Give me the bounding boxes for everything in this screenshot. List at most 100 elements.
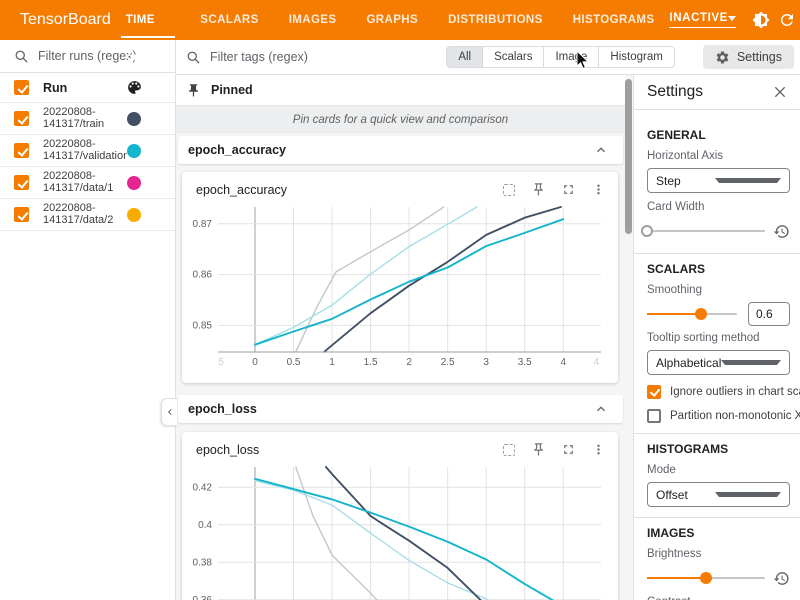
vertical-scrollbar[interactable] <box>625 79 632 234</box>
histogram-mode-select[interactable]: Offset <box>647 482 790 507</box>
chevron-down-icon <box>721 360 781 365</box>
tab-scalars[interactable]: SCALARS <box>185 0 273 40</box>
chip-histogram[interactable]: Histogram <box>599 47 673 67</box>
section-epoch-accuracy[interactable]: epoch_accuracy <box>178 136 623 164</box>
svg-text:2.5: 2.5 <box>441 357 455 368</box>
run-checkbox[interactable] <box>14 143 29 158</box>
settings-panel-title: Settings <box>647 83 772 101</box>
svg-text:0.38: 0.38 <box>193 557 213 568</box>
chip-all[interactable]: All <box>447 47 483 67</box>
smoothing-slider[interactable] <box>647 313 737 315</box>
run-row-data2[interactable]: 20220808-141317/data/2 <box>0 199 175 231</box>
horizontal-axis-label: Horizontal Axis <box>647 150 790 162</box>
histograms-heading: HISTOGRAMS <box>647 442 790 456</box>
chevron-up-icon[interactable] <box>593 142 609 158</box>
chip-scalars[interactable]: Scalars <box>483 47 544 67</box>
reload-status-select[interactable]: INACTIVE <box>669 12 735 28</box>
images-heading: IMAGES <box>647 526 790 540</box>
run-color-dot <box>127 112 141 126</box>
svg-text:0.85: 0.85 <box>193 320 213 331</box>
sidebar-collapse-handle[interactable] <box>161 398 177 426</box>
search-icon <box>186 50 201 65</box>
run-color-dot <box>127 208 141 222</box>
section-epoch-loss[interactable]: epoch_loss <box>178 395 623 423</box>
kebab-menu-icon[interactable] <box>591 442 606 457</box>
slider-thumb[interactable] <box>641 225 653 237</box>
pinned-hint: Pin cards for a quick view and compariso… <box>176 106 625 133</box>
svg-text:0.5: 0.5 <box>287 357 301 368</box>
tooltip-sort-label: Tooltip sorting method <box>647 332 790 344</box>
palette-icon[interactable] <box>126 79 143 96</box>
svg-text:0: 0 <box>252 357 258 368</box>
runs-column-label: Run <box>43 81 126 95</box>
contrast-label: Contrast <box>647 596 790 600</box>
settings-panel: Settings GENERAL Horizontal Axis Step Ca… <box>633 75 800 600</box>
card-width-label: Card Width <box>647 201 790 213</box>
reset-icon[interactable] <box>773 570 790 587</box>
svg-text:1: 1 <box>329 357 335 368</box>
pin-card-icon[interactable] <box>531 442 546 457</box>
svg-text:4: 4 <box>594 357 600 368</box>
svg-text:0.86: 0.86 <box>193 270 213 281</box>
brightness-label: Brightness <box>647 548 790 560</box>
settings-button[interactable]: Settings <box>703 45 794 69</box>
tab-images[interactable]: IMAGES <box>274 0 352 40</box>
fit-domain-icon[interactable] <box>501 442 516 457</box>
reset-icon[interactable] <box>773 223 790 240</box>
scalars-heading: SCALARS <box>647 262 790 276</box>
app-logo: TensorBoard <box>20 11 111 29</box>
tags-filter-input[interactable] <box>210 50 410 64</box>
run-row-data1[interactable]: 20220808-141317/data/1 <box>0 167 175 199</box>
brightness-toggle-icon[interactable] <box>752 11 770 29</box>
run-row-validation[interactable]: 20220808-141317/validation <box>0 135 175 167</box>
pinned-section-header: Pinned <box>176 75 625 106</box>
plugin-filter-chips: All Scalars Image Histogram <box>446 46 675 68</box>
ignore-outliers-checkbox[interactable] <box>647 385 661 399</box>
cards-scroll-area: Pinned Pin cards for a quick view and co… <box>176 75 633 600</box>
tab-histograms[interactable]: HISTOGRAMS <box>558 0 670 40</box>
fit-domain-icon[interactable] <box>501 182 516 197</box>
brightness-slider[interactable] <box>647 577 765 579</box>
select-all-runs-checkbox[interactable] <box>14 80 29 95</box>
app-header: TensorBoard TIME SERIES SCALARS IMAGES G… <box>0 0 800 40</box>
pin-icon <box>186 83 201 98</box>
tab-graphs[interactable]: GRAPHS <box>351 0 433 40</box>
run-row-train[interactable]: 20220808-141317/train <box>0 103 175 135</box>
partition-x-axis-row[interactable]: Partition non-monotonic X axis ? <box>647 409 790 423</box>
tooltip-sort-select[interactable]: Alphabetical <box>647 350 790 375</box>
tab-distributions[interactable]: DISTRIBUTIONS <box>433 0 558 40</box>
epoch-loss-chart[interactable]: 0.36 0.38 0.4 0.42 <box>182 465 618 600</box>
fullscreen-icon[interactable] <box>561 182 576 197</box>
chevron-down-icon <box>728 16 736 21</box>
ignore-outliers-row[interactable]: Ignore outliers in chart scaling <box>647 385 790 399</box>
partition-x-axis-checkbox[interactable] <box>647 409 661 423</box>
tags-filter <box>186 50 446 65</box>
svg-text:0.36: 0.36 <box>193 595 213 600</box>
card-epoch-accuracy: epoch_accuracy 0.850.860.8700.511.522.53… <box>182 172 618 383</box>
tab-time-series[interactable]: TIME SERIES <box>111 0 186 40</box>
chip-image[interactable]: Image <box>544 47 599 67</box>
svg-text:3.5: 3.5 <box>518 357 532 368</box>
gear-icon <box>715 50 730 65</box>
svg-text:0.42: 0.42 <box>193 482 213 493</box>
card-width-slider[interactable] <box>647 230 765 232</box>
svg-text:0.87: 0.87 <box>193 219 213 230</box>
tensorboard-app: TensorBoard TIME SERIES SCALARS IMAGES G… <box>0 0 800 600</box>
svg-text:3: 3 <box>483 357 489 368</box>
epoch-accuracy-chart[interactable]: 0.850.860.8700.511.522.533.5454 <box>182 205 618 377</box>
run-checkbox[interactable] <box>14 207 29 222</box>
kebab-menu-icon[interactable] <box>591 182 606 197</box>
run-checkbox[interactable] <box>14 111 29 126</box>
close-icon[interactable] <box>772 84 788 100</box>
slider-thumb[interactable] <box>700 572 712 584</box>
pin-card-icon[interactable] <box>531 182 546 197</box>
svg-text:0.4: 0.4 <box>198 520 212 531</box>
horizontal-axis-select[interactable]: Step <box>647 168 790 193</box>
chevron-up-icon[interactable] <box>593 401 609 417</box>
fullscreen-icon[interactable] <box>561 442 576 457</box>
run-checkbox[interactable] <box>14 175 29 190</box>
run-color-dot <box>127 176 141 190</box>
slider-thumb[interactable] <box>695 308 707 320</box>
smoothing-value-input[interactable]: 0.6 <box>748 302 790 326</box>
refresh-icon[interactable] <box>778 11 796 29</box>
